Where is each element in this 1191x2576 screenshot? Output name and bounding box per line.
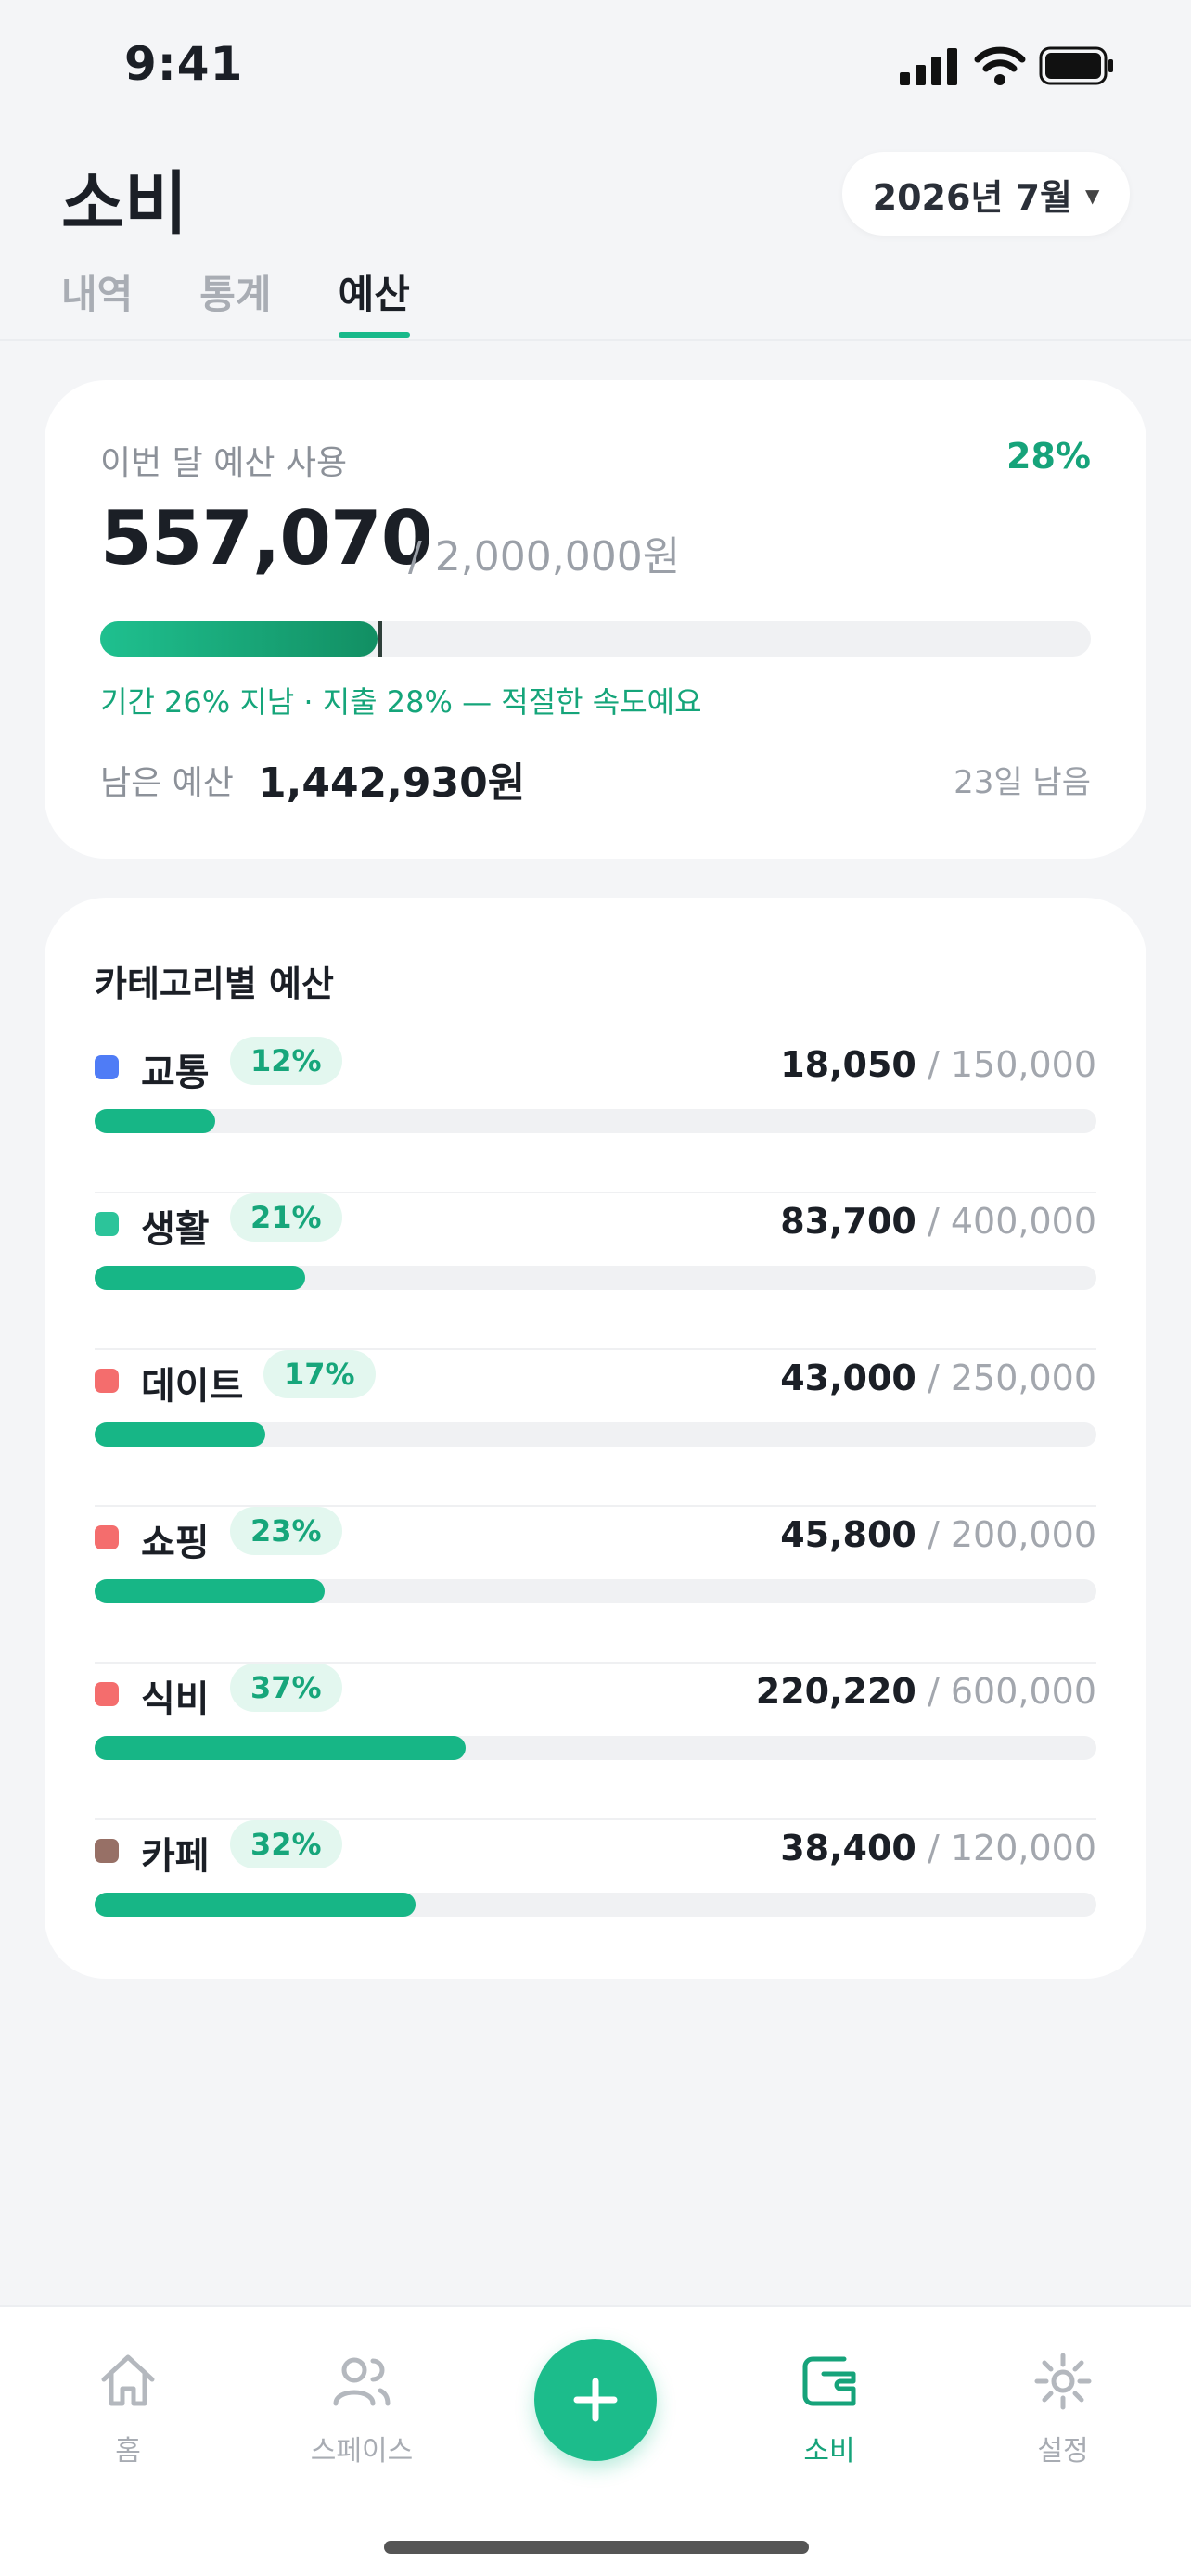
category-amounts: 83,700 / 400,000 xyxy=(780,1201,1096,1242)
category-limit: / 400,000 xyxy=(927,1201,1096,1242)
category-row-food[interactable]: 식비 37% 220,220 / 600,000 xyxy=(95,1664,1096,1820)
category-progress-fill xyxy=(95,1579,326,1603)
summary-label: 이번 달 예산 사용 xyxy=(100,444,348,482)
category-spent: 43,000 xyxy=(780,1358,916,1398)
tab-budget[interactable]: 예산 xyxy=(338,260,411,338)
tab-history[interactable]: 내역 xyxy=(61,260,133,338)
cellular-signal-icon xyxy=(900,48,957,85)
days-left: 23일 남음 xyxy=(954,764,1091,801)
budget-progress-bar xyxy=(100,621,1091,657)
category-progress-bar xyxy=(95,1109,1096,1133)
nav-spending[interactable]: 소비 xyxy=(755,2348,903,2468)
category-percent-badge: 21% xyxy=(230,1193,342,1242)
period-marker xyxy=(378,621,383,657)
category-row-shopping[interactable]: 쇼핑 23% 45,800 / 200,000 xyxy=(95,1507,1096,1664)
category-progress-bar xyxy=(95,1893,1096,1917)
category-progress-fill xyxy=(95,1893,416,1917)
category-amounts: 43,000 / 250,000 xyxy=(780,1358,1096,1398)
nav-spending-label: 소비 xyxy=(803,2435,855,2468)
tabs-divider xyxy=(0,339,1191,341)
category-progress-bar xyxy=(95,1266,1096,1290)
category-budget-card: 카테고리별 예산 교통 12% 18,050 / 150,000 생활 21% … xyxy=(45,898,1146,1979)
category-color-dot xyxy=(95,1212,119,1236)
home-icon xyxy=(101,2354,155,2406)
category-percent-badge: 12% xyxy=(230,1037,342,1085)
category-limit: / 250,000 xyxy=(927,1358,1096,1398)
category-limit: / 150,000 xyxy=(927,1044,1096,1085)
nav-home-label: 홈 xyxy=(115,2435,141,2468)
category-color-dot xyxy=(95,1525,119,1549)
category-progress-fill xyxy=(95,1266,305,1290)
budget-total: / 2,000,000원 xyxy=(408,533,681,580)
nav-home[interactable]: 홈 xyxy=(54,2348,202,2468)
category-color-dot xyxy=(95,1839,119,1863)
category-name: 데이트 xyxy=(141,1365,244,1408)
status-time: 9:41 xyxy=(124,37,244,91)
category-row-cafe[interactable]: 카페 32% 38,400 / 120,000 xyxy=(95,1820,1096,1977)
people-icon xyxy=(333,2357,391,2406)
category-name: 교통 xyxy=(141,1052,210,1094)
category-row-date[interactable]: 데이트 17% 43,000 / 250,000 xyxy=(95,1350,1096,1507)
summary-percent: 28% xyxy=(1006,436,1091,477)
budget-progress-fill xyxy=(100,621,378,657)
home-indicator xyxy=(384,2541,809,2554)
category-progress-bar xyxy=(95,1422,1096,1447)
spent-amount: 557,070 xyxy=(100,495,432,581)
category-percent-badge: 32% xyxy=(230,1820,342,1868)
category-name: 생활 xyxy=(141,1208,210,1251)
budget-summary-card: 이번 달 예산 사용 28% 557,070 / 2,000,000원 기간 2… xyxy=(45,380,1146,859)
status-bar: 9:41 xyxy=(0,0,1191,139)
category-spent: 220,220 xyxy=(755,1671,916,1712)
category-progress-fill xyxy=(95,1736,466,1760)
category-spent: 45,800 xyxy=(780,1514,916,1555)
category-spent: 83,700 xyxy=(780,1201,916,1242)
category-color-dot xyxy=(95,1055,119,1079)
category-progress-bar xyxy=(95,1579,1096,1603)
category-row-living[interactable]: 생활 21% 83,700 / 400,000 xyxy=(95,1193,1096,1350)
tab-bar: 내역 통계 예산 xyxy=(61,260,411,338)
wifi-icon xyxy=(974,46,1026,85)
page-title: 소비 xyxy=(61,164,188,244)
nav-settings-label: 설정 xyxy=(1037,2435,1089,2468)
pace-message: 기간 26% 지남 · 지출 28% — 적절한 속도예요 xyxy=(100,684,702,720)
category-spent: 38,400 xyxy=(780,1828,916,1868)
category-name: 식비 xyxy=(141,1678,210,1721)
category-spent: 18,050 xyxy=(780,1044,916,1085)
category-limit: / 200,000 xyxy=(927,1514,1096,1555)
remaining-value: 1,442,930원 xyxy=(258,759,526,807)
category-percent-badge: 23% xyxy=(230,1507,342,1555)
category-amounts: 45,800 / 200,000 xyxy=(780,1514,1096,1555)
category-limit: / 600,000 xyxy=(927,1671,1096,1712)
category-color-dot xyxy=(95,1369,119,1393)
nav-spaces-label: 스페이스 xyxy=(310,2435,414,2468)
battery-icon xyxy=(1039,46,1113,85)
category-progress-bar xyxy=(95,1736,1096,1760)
category-progress-fill xyxy=(95,1109,215,1133)
nav-settings[interactable]: 설정 xyxy=(989,2348,1137,2468)
category-row-transport[interactable]: 교통 12% 18,050 / 150,000 xyxy=(95,1037,1096,1193)
bottom-navigation: 홈 스페이스 소비 설정 xyxy=(0,2305,1191,2576)
wallet-icon xyxy=(802,2356,856,2406)
category-amounts: 38,400 / 120,000 xyxy=(780,1828,1096,1868)
month-label: 2026년 7월 xyxy=(872,176,1072,218)
category-amounts: 220,220 / 600,000 xyxy=(756,1671,1096,1712)
nav-spaces[interactable]: 스페이스 xyxy=(288,2348,436,2468)
category-percent-badge: 37% xyxy=(230,1664,342,1712)
category-section-title: 카테고리별 예산 xyxy=(95,963,334,1004)
gear-icon xyxy=(1034,2353,1092,2410)
plus-icon xyxy=(573,2378,618,2422)
category-color-dot xyxy=(95,1682,119,1706)
category-percent-badge: 17% xyxy=(263,1350,376,1398)
add-transaction-button[interactable] xyxy=(534,2339,657,2461)
remaining-label: 남은 예산 xyxy=(100,764,234,802)
category-name: 카페 xyxy=(141,1835,210,1878)
category-limit: / 120,000 xyxy=(927,1828,1096,1868)
category-progress-fill xyxy=(95,1422,265,1447)
category-name: 쇼핑 xyxy=(141,1522,210,1564)
tab-statistics[interactable]: 통계 xyxy=(199,260,271,338)
month-selector[interactable]: 2026년 7월 ▼ xyxy=(842,152,1130,236)
category-amounts: 18,050 / 150,000 xyxy=(780,1044,1096,1085)
chevron-down-icon: ▼ xyxy=(1084,185,1100,207)
